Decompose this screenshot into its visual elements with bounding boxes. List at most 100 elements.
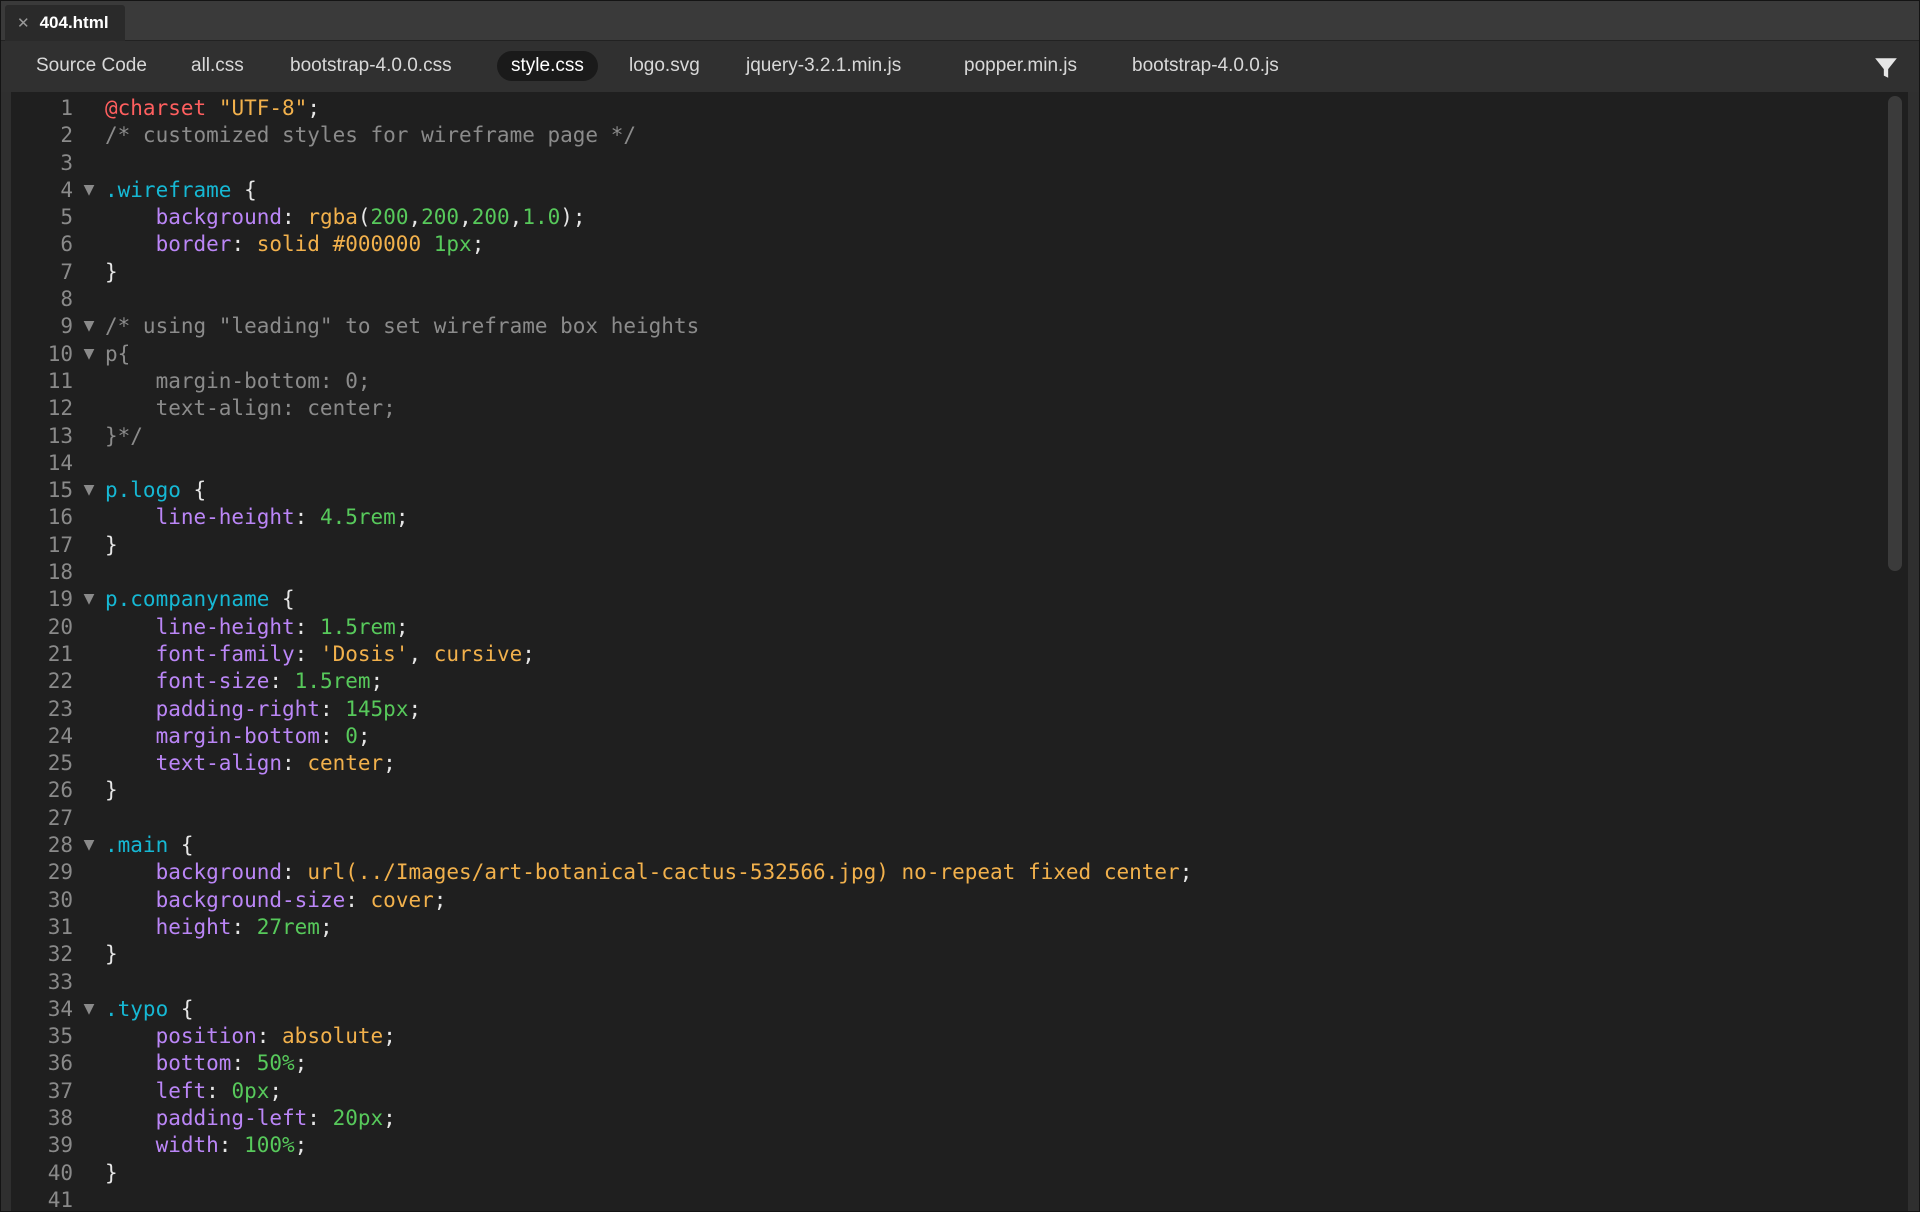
code-line[interactable]: 10 ▼ p{ [11, 341, 1891, 368]
code-line[interactable]: 13}*/ [11, 423, 1891, 450]
code-line[interactable]: 5 background: rgba(200,200,200,1.0); [11, 204, 1891, 231]
code-line[interactable]: 31 height: 27rem; [11, 914, 1891, 941]
line-number: 27 [47, 805, 73, 830]
code-line[interactable]: 2 /* customized styles for wireframe page… [11, 122, 1891, 149]
code-line[interactable]: 35 position: absolute; [11, 1023, 1891, 1050]
code-text: padding-left: 20px; [105, 1105, 396, 1132]
scrollbar-thumb[interactable] [1888, 96, 1902, 571]
code-text: }*/ [105, 423, 143, 450]
code-token: ; [395, 614, 409, 639]
fold-toggle-icon[interactable]: ▼ [81, 341, 97, 368]
code-token: : [307, 1105, 333, 1130]
code-line[interactable]: 14 [11, 450, 1891, 477]
code-line[interactable]: 11 margin-bottom: 0; [11, 368, 1891, 395]
code-token: width [155, 1133, 219, 1158]
related-file-style-css[interactable]: style.css [497, 51, 598, 81]
code-line[interactable]: 16 line-height: 4.5rem; [11, 504, 1891, 531]
code-line[interactable]: 15 ▼ p.logo { [11, 477, 1891, 504]
code-token: .typo [105, 996, 169, 1021]
line-number: 40 [47, 1160, 73, 1185]
code-line[interactable]: 37 left: 0px; [11, 1078, 1891, 1105]
code-token: ; [294, 1133, 308, 1158]
line-number: 12 [47, 396, 73, 421]
code-token: 4.5rem [319, 505, 396, 530]
code-token: position [155, 1024, 257, 1049]
code-line[interactable]: 22 font-size: 1.5rem; [11, 668, 1891, 695]
code-token: "UTF-8" [218, 96, 308, 120]
code-line[interactable]: 9 ▼ /* using "leading" to set wireframe bo… [11, 313, 1891, 340]
code-line[interactable]: 39 width: 100%; [11, 1132, 1891, 1159]
code-text: margin-bottom: 0; [105, 723, 371, 750]
code-token: .wireframe [105, 177, 232, 202]
related-file-all-css[interactable]: all.css [177, 51, 258, 81]
code-line[interactable]: 38 padding-left: 20px; [11, 1105, 1891, 1132]
code-token: 0px [231, 1078, 270, 1103]
code-line[interactable]: 25 text-align: center; [11, 750, 1891, 777]
related-file-logo-svg[interactable]: logo.svg [615, 51, 714, 81]
code-line[interactable]: 3 [11, 150, 1891, 177]
code-line[interactable]: 41 [11, 1187, 1891, 1211]
related-file-bootstrap-css[interactable]: bootstrap-4.0.0.css [276, 51, 466, 81]
code-token: 20px [332, 1105, 384, 1130]
code-line[interactable]: 20 line-height: 1.5rem; [11, 614, 1891, 641]
code-line[interactable]: 24 margin-bottom: 0; [11, 723, 1891, 750]
fold-toggle-icon[interactable]: ▼ [81, 996, 97, 1023]
line-number: 25 [47, 751, 73, 776]
code-line[interactable]: 21 font-family: 'Dosis', cursive; [11, 641, 1891, 668]
code-text: p.logo { [105, 477, 206, 504]
line-number: 30 [47, 887, 73, 912]
code-token: { [168, 996, 194, 1021]
code-text: } [105, 777, 118, 804]
code-line[interactable]: 6 border: solid #000000 1px; [11, 231, 1891, 258]
code-token: ; [307, 96, 320, 120]
code-line[interactable]: 7} [11, 259, 1891, 286]
filter-icon[interactable] [1873, 55, 1899, 81]
code-line[interactable]: 8 [11, 286, 1891, 313]
fold-toggle-icon[interactable]: ▼ [81, 477, 97, 504]
code-token: background [155, 860, 283, 885]
code-line[interactable]: 28 ▼ .main { [11, 832, 1891, 859]
related-file-source-code[interactable]: Source Code [22, 51, 161, 81]
related-file-popper-js[interactable]: popper.min.js [950, 51, 1091, 81]
code-text: @charset "UTF-8"; [105, 95, 320, 122]
fold-toggle-icon[interactable]: ▼ [81, 832, 97, 859]
code-line[interactable]: 36 bottom: 50%; [11, 1050, 1891, 1077]
line-number: 18 [47, 560, 73, 585]
code-line[interactable]: 33 [11, 969, 1891, 996]
line-number: 36 [47, 1051, 73, 1076]
code-token: ; [370, 669, 384, 694]
code-line[interactable]: 26} [11, 777, 1891, 804]
code-line[interactable]: 19 ▼ p.companyname { [11, 586, 1891, 613]
code-text: background-size: cover; [105, 887, 447, 914]
code-line[interactable]: 29 background: url(../Images/art-botanic… [11, 859, 1891, 886]
code-token: : [294, 614, 320, 639]
fold-toggle-icon[interactable]: ▼ [81, 586, 97, 613]
fold-toggle-icon[interactable]: ▼ [81, 313, 97, 340]
code-line[interactable]: 23 padding-right: 145px; [11, 696, 1891, 723]
code-line[interactable]: 1 @charset "UTF-8"; [11, 95, 1891, 122]
code-token: : [294, 641, 320, 666]
code-text: background: rgba(200,200,200,1.0); [105, 204, 586, 231]
code-editor[interactable]: 1 @charset "UTF-8"; 2 /* customized styles … [11, 92, 1908, 1211]
code-token: ; [1179, 860, 1193, 885]
vertical-scrollbar[interactable] [1888, 92, 1906, 1211]
code-token: : [218, 1133, 245, 1158]
related-file-bootstrap-js[interactable]: bootstrap-4.0.0.js [1118, 51, 1293, 81]
code-token: background-size [155, 887, 346, 912]
code-token: center [307, 751, 384, 776]
code-line[interactable]: 12 text-align: center; [11, 395, 1891, 422]
code-line[interactable]: 40} [11, 1160, 1891, 1187]
code-line[interactable]: 4 ▼ .wireframe { [11, 177, 1891, 204]
code-line[interactable]: 32} [11, 941, 1891, 968]
fold-toggle-icon[interactable]: ▼ [81, 177, 97, 204]
related-file-jquery-js[interactable]: jquery-3.2.1.min.js [732, 51, 915, 81]
line-number: 31 [47, 914, 73, 939]
code-line[interactable]: 27 [11, 805, 1891, 832]
document-tab[interactable]: ✕ 404.html [5, 5, 125, 41]
code-line[interactable]: 30 background-size: cover; [11, 887, 1891, 914]
close-icon[interactable]: ✕ [17, 14, 30, 32]
code-line[interactable]: 17} [11, 532, 1891, 559]
code-line[interactable]: 34 ▼ .typo { [11, 996, 1891, 1023]
code-line[interactable]: 18 [11, 559, 1891, 586]
